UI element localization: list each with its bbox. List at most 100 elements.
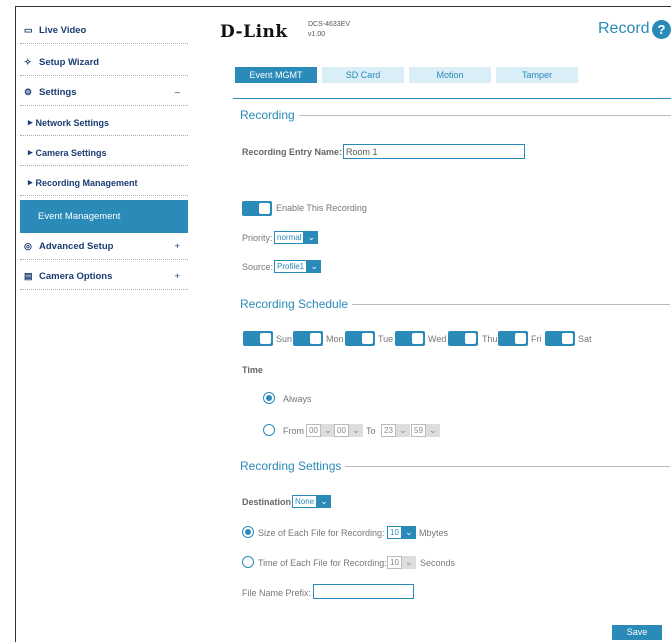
from-min-select[interactable]: 00 ⌄	[334, 424, 363, 437]
sidebar-item-recording-management[interactable]: ▸ Recording Management	[20, 170, 188, 196]
day-label: Mon	[326, 334, 344, 344]
time-to-label: To	[366, 426, 376, 436]
sidebar-item-settings[interactable]: ⚙ Settings –	[20, 80, 188, 106]
file-time-radio[interactable]	[242, 556, 254, 568]
camera-options-icon: ▤	[24, 271, 33, 281]
source-value: Profile1	[274, 260, 308, 273]
destination-value: None	[292, 495, 318, 508]
tab-sd-card[interactable]: SD Card	[322, 67, 404, 83]
day-toggle-mon[interactable]	[293, 331, 323, 346]
gear-icon: ⚙	[24, 87, 33, 97]
sidebar-item-label: Live Video	[39, 25, 87, 36]
bullet-icon: ▸	[28, 177, 33, 187]
section-rule	[345, 465, 671, 467]
chevron-down-icon: ⌄	[320, 424, 335, 437]
section-recording-schedule: Recording Schedule	[240, 297, 671, 311]
source-select[interactable]: Profile1 ⌄	[274, 260, 322, 273]
file-size-label: Size of Each File for Recording:	[258, 528, 385, 538]
section-title: Recording Settings	[240, 459, 342, 473]
file-time-select[interactable]: 10 ⌄	[387, 556, 416, 569]
section-recording-settings: Recording Settings	[240, 459, 671, 473]
sidebar-item-label: Event Management	[38, 211, 121, 222]
day-toggle-tue[interactable]	[345, 331, 375, 346]
tab-motion[interactable]: Motion	[409, 67, 491, 83]
model-info: DCS-4633EV v1.00	[308, 20, 350, 40]
enable-recording-toggle[interactable]	[242, 201, 272, 216]
day-toggle-fri[interactable]	[498, 331, 528, 346]
day-toggle-thu[interactable]	[448, 331, 478, 346]
firmware-version: v1.00	[308, 31, 326, 38]
destination-select[interactable]: None ⌄	[292, 495, 332, 508]
from-hour-select[interactable]: 00 ⌄	[306, 424, 335, 437]
chevron-down-icon: ⌄	[395, 424, 410, 437]
file-size-value: 10	[387, 526, 402, 539]
file-prefix-input[interactable]	[313, 584, 414, 599]
section-recording: Recording	[240, 108, 671, 122]
section-rule	[298, 114, 671, 116]
sidebar-item-label: Settings	[39, 87, 77, 98]
file-size-radio[interactable]	[242, 526, 254, 538]
time-always-radio[interactable]	[263, 392, 275, 404]
file-time-value: 10	[387, 556, 402, 569]
help-icon[interactable]: ?	[652, 20, 671, 39]
day-label: Tue	[378, 334, 394, 344]
day-label: Fri	[531, 334, 542, 344]
save-button[interactable]: Save	[612, 625, 662, 640]
chevron-down-icon: ⌄	[304, 231, 319, 244]
sidebar-item-advanced-setup[interactable]: ◎ Advanced Setup +	[20, 234, 188, 260]
sidebar-item-event-management[interactable]: Event Management	[20, 200, 188, 233]
bullet-icon: ▸	[28, 147, 33, 157]
section-title: Recording	[240, 108, 295, 122]
sidebar-item-live-video[interactable]: ▭ Live Video	[20, 18, 188, 44]
enable-recording-label: Enable This Recording	[276, 203, 367, 213]
file-time-unit: Seconds	[420, 558, 456, 568]
file-prefix-label: File Name Prefix:	[242, 588, 312, 598]
day-label: Sun	[276, 334, 293, 344]
chevron-down-icon: ⌄	[401, 556, 416, 569]
sidebar-item-label: Camera Options	[39, 271, 113, 282]
sidebar-item-label: Recording Management	[35, 177, 138, 188]
to-min-value: 59	[411, 424, 426, 437]
priority-label: Priority:	[242, 233, 273, 243]
chevron-down-icon: ⌄	[317, 495, 332, 508]
sidebar-item-camera-settings[interactable]: ▸ Camera Settings	[20, 140, 188, 166]
priority-select[interactable]: normal ⌄	[274, 231, 319, 244]
tab-tamper[interactable]: Tamper	[496, 67, 578, 83]
tab-event-mgmt[interactable]: Event MGMT	[235, 67, 317, 83]
to-min-select[interactable]: 59 ⌄	[411, 424, 440, 437]
sidebar-item-label: Setup Wizard	[39, 57, 100, 68]
time-range-radio[interactable]	[263, 424, 275, 436]
to-hour-select[interactable]: 23 ⌄	[381, 424, 410, 437]
day-label: Wed	[428, 334, 447, 344]
entry-name-input[interactable]	[343, 144, 525, 159]
chevron-down-icon: ⌄	[425, 424, 440, 437]
model-name: DCS-4633EV	[308, 21, 351, 28]
expand-icon: +	[174, 241, 180, 252]
section-title: Recording Schedule	[240, 297, 349, 311]
sidebar-item-label: Advanced Setup	[39, 241, 114, 252]
file-time-label: Time of Each File for Recording:	[258, 558, 387, 568]
day-toggle-wed[interactable]	[395, 331, 425, 346]
file-size-select[interactable]: 10 ⌄	[387, 526, 416, 539]
sidebar-item-network-settings[interactable]: ▸ Network Settings	[20, 110, 188, 136]
section-rule	[352, 303, 671, 305]
day-toggle-sat[interactable]	[545, 331, 575, 346]
bullet-icon: ▸	[28, 117, 33, 127]
source-label: Source:	[242, 262, 274, 272]
chevron-down-icon: ⌄	[401, 526, 416, 539]
tab-divider	[233, 98, 671, 99]
wand-icon: ✧	[24, 57, 32, 67]
time-from-label: From	[283, 426, 304, 436]
sidebar-item-camera-options[interactable]: ▤ Camera Options +	[20, 264, 188, 290]
sidebar-item-label: Camera Settings	[35, 147, 107, 158]
video-icon: ▭	[24, 25, 33, 35]
brand-logo: D-Link	[220, 22, 288, 42]
advanced-icon: ◎	[24, 241, 32, 251]
page-title: Record	[598, 20, 650, 37]
sidebar-item-setup-wizard[interactable]: ✧ Setup Wizard	[20, 50, 188, 76]
to-hour-value: 23	[381, 424, 396, 437]
sidebar-item-label: Network Settings	[35, 117, 110, 128]
chevron-down-icon: ⌄	[348, 424, 363, 437]
collapse-icon: –	[174, 87, 180, 98]
day-toggle-sun[interactable]	[243, 331, 273, 346]
